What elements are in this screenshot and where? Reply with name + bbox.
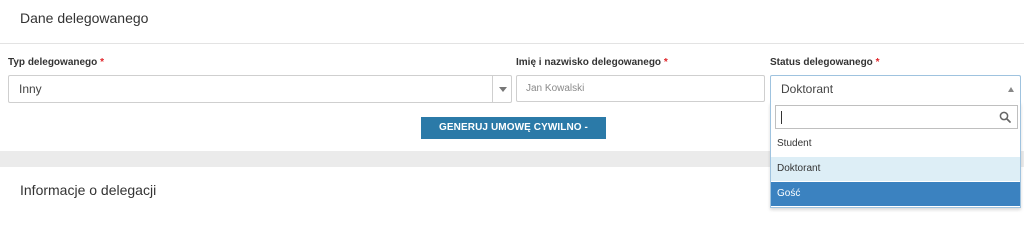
status-delegowanego-select[interactable]: Doktorant xyxy=(770,75,1021,103)
search-icon xyxy=(999,111,1011,123)
required-marker: * xyxy=(663,57,668,68)
status-search-input[interactable] xyxy=(776,106,1017,128)
status-option-student[interactable]: Student xyxy=(771,132,1020,156)
typ-delegowanego-select[interactable]: Inny xyxy=(8,75,512,103)
imie-nazwisko-label: Imię i nazwisko delegowanego * xyxy=(516,57,668,68)
generuj-umowe-button[interactable]: GENERUJ UMOWĘ CYWILNO - PRAWNĄ xyxy=(421,117,606,155)
typ-delegowanego-value: Inny xyxy=(19,82,42,96)
imie-nazwisko-label-text: Imię i nazwisko delegowanego xyxy=(516,57,662,68)
status-dropdown-list: Student Doktorant Gość xyxy=(770,102,1021,208)
imie-nazwisko-input[interactable] xyxy=(517,76,764,101)
section-title-informacje: Informacje o delegacji xyxy=(20,182,157,198)
chevron-down-icon xyxy=(499,87,507,92)
imie-nazwisko-field-wrapper xyxy=(516,75,765,102)
typ-dropdown-toggle[interactable] xyxy=(492,76,511,102)
required-marker: * xyxy=(875,57,880,68)
typ-delegowanego-label: Typ delegowanego * xyxy=(8,57,104,68)
status-search-box xyxy=(775,105,1018,129)
text-caret xyxy=(781,111,782,124)
required-marker: * xyxy=(100,57,104,68)
status-option-gosc[interactable]: Gość xyxy=(771,182,1020,206)
status-delegowanego-label: Status delegowanego * xyxy=(770,57,879,68)
typ-delegowanego-label-text: Typ delegowanego xyxy=(8,57,98,68)
status-delegowanego-label-text: Status delegowanego xyxy=(770,57,873,68)
section-header-dane: Dane delegowanego xyxy=(0,0,1024,44)
chevron-up-icon xyxy=(1008,87,1014,92)
status-option-doktorant[interactable]: Doktorant xyxy=(771,157,1020,181)
section-title-dane: Dane delegowanego xyxy=(20,10,149,26)
status-delegowanego-value: Doktorant xyxy=(781,82,834,96)
